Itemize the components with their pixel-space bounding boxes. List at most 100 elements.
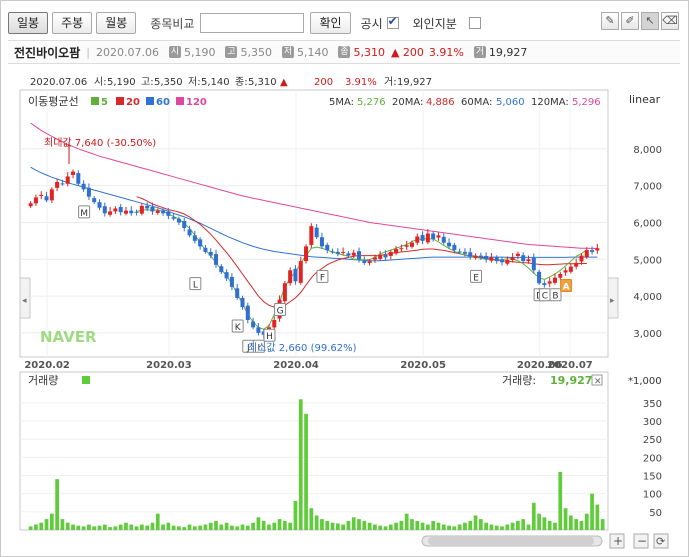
ma5-period: 5 xyxy=(101,97,108,108)
stock-info-bar: 전진바이오팜 | 2020.07.06 시 5,190 고 5,350 저 5,… xyxy=(8,40,680,64)
info-change-pct: 3.91% xyxy=(428,45,464,59)
volume-bar xyxy=(579,520,584,530)
foreign-checkbox[interactable] xyxy=(468,17,481,29)
confirm-button[interactable]: 확인 xyxy=(310,12,351,34)
candle-body xyxy=(235,288,240,298)
divider: | xyxy=(86,45,90,59)
volume-bar xyxy=(192,526,197,530)
candle-body xyxy=(335,251,340,254)
volume-bar xyxy=(563,508,568,530)
candle-body xyxy=(515,253,520,256)
x-tick-label: 2020.07 xyxy=(547,360,593,371)
pencil-icon[interactable]: ✐ xyxy=(621,12,639,30)
volume-bar xyxy=(452,526,457,530)
volume-bar xyxy=(415,520,420,530)
candle-body xyxy=(526,259,531,262)
event-marker-label: H xyxy=(266,332,273,342)
volume-bar xyxy=(335,523,340,530)
event-marker-label: A xyxy=(563,283,570,293)
volume-bar xyxy=(590,493,594,530)
volume-bar xyxy=(357,519,361,530)
candle-body xyxy=(383,254,388,258)
volume-tick-label: 250 xyxy=(643,435,662,446)
volume-bar xyxy=(478,519,483,530)
candle-body xyxy=(505,260,510,264)
candle-body xyxy=(473,255,478,258)
tool-icons: ✎ ✐ ↖ ⌫ xyxy=(599,12,679,30)
volume-bar xyxy=(261,520,266,530)
volume-bar xyxy=(49,513,54,530)
candle-body xyxy=(521,255,526,262)
candle-body xyxy=(441,236,446,243)
daily-button[interactable]: 일봉 xyxy=(8,12,49,34)
candle-body xyxy=(171,217,176,219)
disclosure-checkbox[interactable] xyxy=(386,14,399,29)
eraser-icon[interactable]: ⌫ xyxy=(661,12,679,30)
candle-body xyxy=(208,251,213,256)
info-high: 5,350 xyxy=(240,45,272,59)
price-tick-label: 6,000 xyxy=(633,218,662,229)
info-low: 5,140 xyxy=(296,45,329,59)
monthly-button[interactable]: 월봉 xyxy=(96,12,137,34)
candle-body xyxy=(494,257,499,262)
candle-body xyxy=(346,253,351,256)
volume-bar xyxy=(214,520,218,530)
volume-bar xyxy=(140,524,144,530)
volume-bar xyxy=(420,522,425,530)
volume-bar xyxy=(155,513,160,530)
volume-current-label: 거래량: xyxy=(502,374,536,387)
cursor-icon[interactable]: ↖ xyxy=(641,12,659,30)
x-tick-label: 2020.03 xyxy=(146,360,192,371)
volume-bar xyxy=(293,500,298,530)
volume-bar xyxy=(145,525,150,530)
candle-body xyxy=(314,227,319,238)
price-tick-label: 3,000 xyxy=(633,329,662,340)
stock-chart[interactable]: 3,0004,0005,0006,0007,0008,0002020.02 202… xyxy=(8,70,681,550)
candle-body xyxy=(362,260,367,263)
candle-body xyxy=(409,242,414,247)
ma5-value-label: 5MA: xyxy=(329,97,354,108)
volume-bar xyxy=(251,522,255,530)
lightbulb-icon[interactable]: ✎ xyxy=(601,12,619,30)
volume-bar xyxy=(325,520,330,530)
volume-bar xyxy=(267,524,271,530)
header-high-label: 고: xyxy=(141,77,154,88)
candle-body xyxy=(60,183,65,185)
weekly-button[interactable]: 주봉 xyxy=(52,12,93,34)
candle-body xyxy=(457,251,462,253)
volume-tick-label: 50 xyxy=(649,508,662,519)
compare-label: 종목비교 xyxy=(150,16,195,31)
ma60-value-label: 60MA: xyxy=(461,97,492,108)
scale-mode[interactable]: linear xyxy=(629,93,661,106)
info-close: 5,310 xyxy=(353,45,385,59)
ma5-value: 5,276 xyxy=(357,97,386,108)
candle-body xyxy=(81,183,86,190)
volume-bar xyxy=(404,513,409,530)
candle-body xyxy=(431,233,436,240)
ma20-period: 20 xyxy=(126,97,140,108)
candle-body xyxy=(510,257,515,261)
scrollbar-thumb[interactable] xyxy=(428,537,594,545)
volume-bar xyxy=(245,525,250,530)
compare-input[interactable] xyxy=(200,13,305,33)
stock-name: 전진바이오팜 xyxy=(14,45,81,60)
candle-body xyxy=(288,270,293,284)
candle-body xyxy=(351,252,356,256)
candle-body xyxy=(33,197,38,204)
volume-bar xyxy=(388,524,393,530)
chart-area: 3,000 4,000 5,000 6,000 7,000 8,000 2020.02 202… xyxy=(8,70,681,550)
event-marker-label: L xyxy=(193,281,198,291)
volume-bar xyxy=(208,522,213,530)
volume-bar xyxy=(304,413,308,530)
event-marker-label: M xyxy=(80,209,88,219)
volume-tick-label: 300 xyxy=(643,417,662,428)
candle-body xyxy=(272,320,277,328)
volume-bar xyxy=(510,522,515,530)
info-volume: 19,927 xyxy=(488,45,528,59)
ma120-swatch xyxy=(176,97,184,105)
minus-icon: − xyxy=(637,534,647,548)
volume-tick-label: 150 xyxy=(643,472,662,483)
volume-bar xyxy=(447,525,451,530)
volume-bar xyxy=(309,508,314,530)
price-tick-label: 5,000 xyxy=(633,255,662,266)
